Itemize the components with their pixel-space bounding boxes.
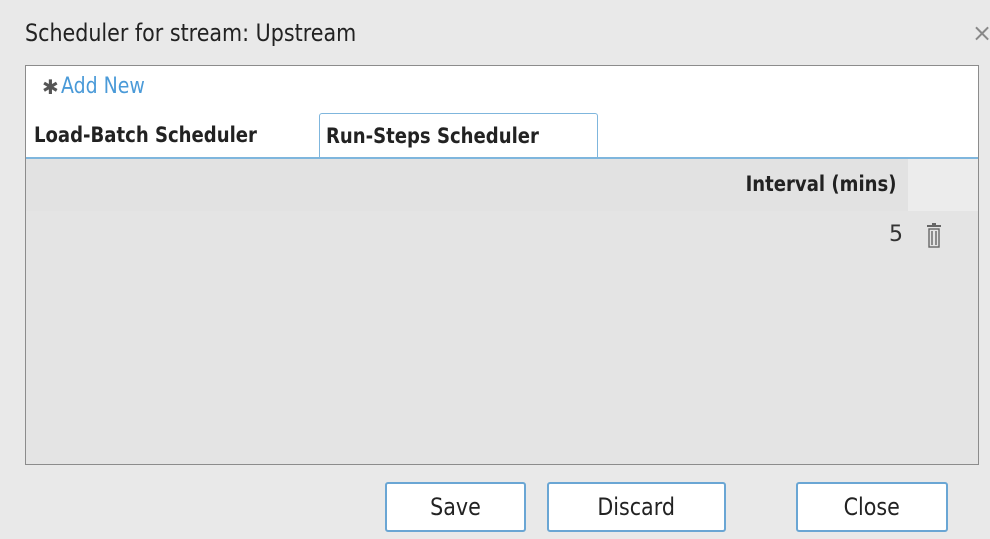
tab-label: Load-Batch Scheduler	[34, 123, 257, 147]
tab-load-batch-scheduler[interactable]: Load-Batch Scheduler	[34, 113, 319, 157]
save-button-label: Save	[430, 493, 481, 521]
trash-icon[interactable]	[924, 223, 944, 249]
discard-button[interactable]: Discard	[547, 482, 726, 532]
close-icon[interactable]: ×	[972, 20, 990, 46]
close-button-label: Close	[843, 493, 901, 521]
close-button[interactable]: Close	[796, 482, 948, 532]
scheduler-dialog: Scheduler for stream: Upstream × ✱ Add N…	[0, 0, 990, 539]
add-new-link[interactable]: ✱ Add New	[42, 74, 158, 99]
add-new-label: Add New	[60, 74, 145, 99]
discard-button-label: Discard	[597, 493, 676, 521]
scheduler-panel: ✱ Add New Load-Batch Scheduler Run-Steps…	[25, 65, 979, 465]
dialog-footer: Save Discard Close	[0, 465, 990, 539]
tab-label: Run-Steps Scheduler	[326, 124, 539, 148]
title-bar: Scheduler for stream: Upstream ×	[0, 0, 990, 64]
asterisk-icon: ✱	[42, 74, 59, 99]
tab-run-steps-scheduler[interactable]: Run-Steps Scheduler	[319, 113, 598, 159]
scheduler-tabs: Load-Batch Scheduler Run-Steps Scheduler	[26, 113, 978, 159]
save-button[interactable]: Save	[385, 482, 526, 532]
dialog-title: Scheduler for stream: Upstream	[25, 19, 357, 47]
interval-cell[interactable]: 5	[889, 222, 903, 247]
column-header-interval[interactable]: Interval (mins)	[745, 172, 896, 196]
grid-header: Interval (mins)	[26, 159, 978, 211]
schedule-grid: Interval (mins) 5	[26, 159, 978, 464]
header-cell-actions	[908, 159, 978, 211]
table-row[interactable]: 5	[26, 211, 978, 263]
